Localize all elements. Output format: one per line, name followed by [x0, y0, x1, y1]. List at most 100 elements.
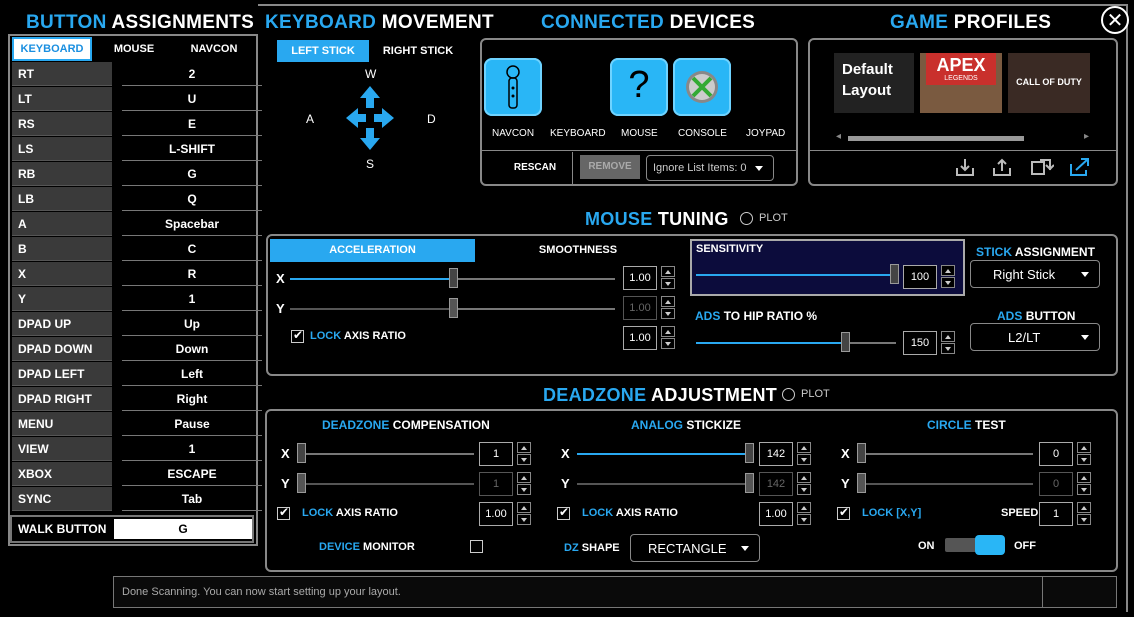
accel-y-thumb[interactable]	[449, 298, 458, 318]
assignment-value[interactable]: 2	[122, 62, 262, 86]
spin-up-icon[interactable]	[1077, 472, 1091, 483]
assignment-value[interactable]: R	[122, 262, 262, 286]
mouse-device[interactable]: ?	[610, 58, 668, 116]
spin-down-icon[interactable]	[1077, 484, 1091, 495]
stick-assignment-dropdown[interactable]: Right Stick	[970, 260, 1100, 288]
spin-up-icon[interactable]	[941, 331, 955, 342]
assignment-value[interactable]: C	[122, 237, 262, 261]
spin-down-icon[interactable]	[797, 514, 811, 525]
spin-down-icon[interactable]	[517, 514, 531, 525]
sensitivity-thumb[interactable]	[890, 264, 899, 284]
comp-x-value[interactable]: 1	[479, 442, 513, 466]
ads-button-dropdown[interactable]: L2/LT	[970, 323, 1100, 351]
ads-hip-value[interactable]: 150	[903, 331, 937, 355]
spin-down-icon[interactable]	[1077, 454, 1091, 465]
spin-down-icon[interactable]	[661, 278, 675, 289]
dz-shape-dropdown[interactable]: RECTANGLE	[630, 534, 760, 562]
spin-down-icon[interactable]	[517, 484, 531, 495]
tab-mouse[interactable]: MOUSE	[94, 37, 174, 61]
ignore-list-dropdown[interactable]: Ignore List Items: 0	[646, 155, 774, 181]
spin-down-icon[interactable]	[797, 484, 811, 495]
device-monitor-checkbox[interactable]	[470, 540, 483, 553]
accel-y-value[interactable]: 1.00	[623, 296, 657, 320]
assignment-value[interactable]: E	[122, 112, 262, 136]
toggle-knob[interactable]	[975, 535, 1005, 555]
assignment-value[interactable]: ESCAPE	[122, 462, 262, 486]
assignment-value[interactable]: Tab	[122, 487, 262, 511]
spin-up-icon[interactable]	[661, 266, 675, 277]
assignment-value[interactable]: Pause	[122, 412, 262, 436]
on-off-toggle[interactable]	[945, 535, 1005, 555]
key-a[interactable]: A	[306, 112, 314, 126]
tab-right-stick[interactable]: RIGHT STICK	[372, 40, 464, 62]
scroll-right-icon[interactable]: ▸	[1084, 131, 1089, 142]
speed-value[interactable]: 1	[1039, 502, 1073, 526]
assignment-value[interactable]: Q	[122, 187, 262, 211]
spin-down-icon[interactable]	[517, 454, 531, 465]
profile-apex[interactable]: APEX LEGENDS	[920, 53, 1002, 113]
stick-x-thumb[interactable]	[745, 443, 754, 463]
spin-down-icon[interactable]	[941, 343, 955, 354]
spin-down-icon[interactable]	[797, 454, 811, 465]
assignment-value[interactable]: Down	[122, 337, 262, 361]
spin-down-icon[interactable]	[661, 338, 675, 349]
import-icon[interactable]	[954, 156, 976, 178]
stick-y-thumb[interactable]	[745, 473, 754, 493]
circle-y-value[interactable]: 0	[1039, 472, 1073, 496]
key-s[interactable]: S	[366, 157, 374, 171]
comp-y-value[interactable]: 1	[479, 472, 513, 496]
deadzone-plot-radio[interactable]	[782, 388, 795, 401]
sensitivity-slider[interactable]	[696, 274, 896, 276]
spin-up-icon[interactable]	[797, 442, 811, 453]
assignment-value[interactable]: L-SHIFT	[122, 137, 262, 161]
circle-x-slider[interactable]	[857, 453, 1033, 455]
comp-x-thumb[interactable]	[297, 443, 306, 463]
spin-up-icon[interactable]	[941, 265, 955, 276]
walk-button-value[interactable]: G	[114, 519, 252, 539]
assignment-value[interactable]: Up	[122, 312, 262, 336]
ads-hip-thumb[interactable]	[841, 332, 850, 352]
assignment-value[interactable]: Right	[122, 387, 262, 411]
spin-up-icon[interactable]	[1077, 442, 1091, 453]
key-d[interactable]: D	[427, 112, 436, 126]
spin-down-icon[interactable]	[661, 308, 675, 319]
ads-hip-slider[interactable]	[696, 342, 896, 344]
navcon-device[interactable]	[484, 58, 542, 116]
export-icon[interactable]	[991, 156, 1013, 178]
profile-default[interactable]: Default Layout	[834, 53, 914, 113]
profiles-scrollbar[interactable]: ◂ ▸	[836, 131, 1092, 142]
comp-lock-checkbox[interactable]	[277, 505, 290, 520]
spin-up-icon[interactable]	[797, 472, 811, 483]
circle-lock-checkbox[interactable]	[837, 505, 850, 520]
spin-up-icon[interactable]	[1077, 502, 1091, 513]
circle-x-value[interactable]: 0	[1039, 442, 1073, 466]
mouse-lock-axis-checkbox[interactable]	[291, 328, 304, 343]
spin-up-icon[interactable]	[517, 442, 531, 453]
comp-x-slider[interactable]	[298, 453, 474, 455]
tab-smoothness[interactable]: SMOOTHNESS	[478, 239, 678, 262]
assignment-value[interactable]: U	[122, 87, 262, 111]
comp-y-thumb[interactable]	[297, 473, 306, 493]
mouse-ratio-value[interactable]: 1.00	[623, 326, 657, 350]
circle-y-slider[interactable]	[857, 483, 1033, 485]
circle-x-thumb[interactable]	[857, 443, 866, 463]
scroll-left-icon[interactable]: ◂	[836, 131, 841, 142]
stick-y-value[interactable]: 142	[759, 472, 793, 496]
key-w[interactable]: W	[365, 67, 376, 81]
tab-left-stick[interactable]: LEFT STICK	[277, 40, 369, 62]
profile-cod[interactable]: CALL OF DUTY	[1008, 53, 1090, 113]
stick-x-slider[interactable]	[577, 453, 753, 455]
circle-y-thumb[interactable]	[857, 473, 866, 493]
rescan-button[interactable]: RESCAN	[505, 160, 565, 176]
assignment-value[interactable]: Spacebar	[122, 212, 262, 236]
stick-y-slider[interactable]	[577, 483, 753, 485]
mouse-plot-radio[interactable]	[740, 212, 753, 225]
accel-x-value[interactable]: 1.00	[623, 266, 657, 290]
console-device[interactable]	[673, 58, 731, 116]
spin-up-icon[interactable]	[797, 502, 811, 513]
scroll-thumb[interactable]	[848, 136, 1024, 141]
share-icon[interactable]	[1068, 156, 1092, 178]
stick-x-value[interactable]: 142	[759, 442, 793, 466]
close-button[interactable]: ✕	[1101, 6, 1129, 34]
comp-y-slider[interactable]	[298, 483, 474, 485]
